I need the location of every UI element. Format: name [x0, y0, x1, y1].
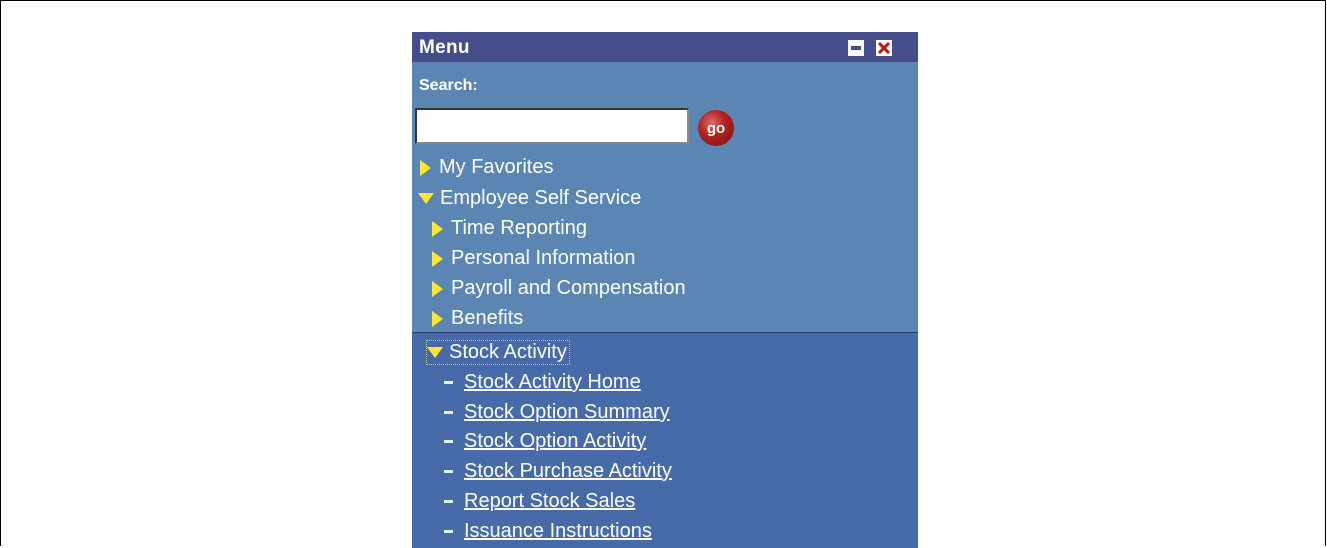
- menu-item-stock-activity[interactable]: Stock Activity: [426, 340, 570, 365]
- menu-item-label: Employee Self Service: [440, 187, 642, 209]
- dash-bullet-icon: [444, 440, 453, 443]
- menu-item-time-reporting[interactable]: Time Reporting: [432, 217, 587, 240]
- link-issuance-instructions[interactable]: Issuance Instructions: [444, 520, 652, 543]
- expanded-triangle-icon: [427, 347, 443, 358]
- link-label[interactable]: Issuance Instructions: [464, 520, 652, 543]
- search-label: Search:: [419, 77, 478, 94]
- menu-item-label: Stock Activity: [449, 341, 567, 363]
- close-icon[interactable]: [876, 40, 892, 56]
- link-label[interactable]: Stock Option Activity: [464, 430, 646, 453]
- link-stock-purchase-activity[interactable]: Stock Purchase Activity: [444, 460, 672, 483]
- collapsed-triangle-icon: [432, 280, 443, 297]
- collapsed-triangle-icon: [432, 220, 443, 237]
- link-label[interactable]: Stock Option Summary: [464, 401, 670, 424]
- dash-bullet-icon: [444, 381, 453, 384]
- link-report-stock-sales[interactable]: Report Stock Sales: [444, 490, 635, 513]
- link-stock-activity-home[interactable]: Stock Activity Home: [444, 371, 641, 394]
- dash-bullet-icon: [444, 470, 453, 473]
- menu-item-label: Time Reporting: [451, 217, 587, 239]
- menu-item-employee-self-service[interactable]: Employee Self Service: [418, 187, 641, 210]
- dash-bullet-icon: [444, 530, 453, 533]
- expanded-triangle-icon: [418, 193, 434, 204]
- minimize-icon[interactable]: [848, 40, 864, 56]
- menu-item-label: Personal Information: [451, 247, 636, 269]
- collapsed-triangle-icon: [420, 159, 431, 176]
- menu-item-label: Payroll and Compensation: [451, 277, 686, 299]
- panel-divider: [412, 332, 918, 333]
- menu-item-my-favorites[interactable]: My Favorites: [420, 156, 553, 179]
- link-label[interactable]: Report Stock Sales: [464, 490, 635, 513]
- menu-item-personal-information[interactable]: Personal Information: [432, 247, 636, 270]
- link-label[interactable]: Stock Purchase Activity: [464, 460, 672, 483]
- menu-item-payroll-and-compensation[interactable]: Payroll and Compensation: [432, 277, 686, 300]
- collapsed-triangle-icon: [432, 310, 443, 327]
- dash-bullet-icon: [444, 500, 453, 503]
- link-stock-option-summary[interactable]: Stock Option Summary: [444, 401, 670, 424]
- menu-panel: Menu Search: go My Favorites Employee Se…: [412, 32, 918, 548]
- dash-bullet-icon: [444, 411, 453, 414]
- menu-title: Menu: [419, 37, 470, 58]
- menu-item-label: My Favorites: [439, 156, 554, 178]
- menu-item-benefits[interactable]: Benefits: [432, 307, 523, 330]
- link-label[interactable]: Stock Activity Home: [464, 371, 641, 394]
- menu-item-label: Benefits: [451, 307, 524, 329]
- link-stock-option-activity[interactable]: Stock Option Activity: [444, 430, 646, 453]
- menu-titlebar: Menu: [412, 32, 918, 62]
- go-button[interactable]: go: [698, 110, 734, 146]
- collapsed-triangle-icon: [432, 250, 443, 267]
- focus-outline: Stock Activity: [426, 340, 570, 365]
- go-button-label: go: [706, 119, 726, 137]
- search-input[interactable]: [415, 108, 689, 144]
